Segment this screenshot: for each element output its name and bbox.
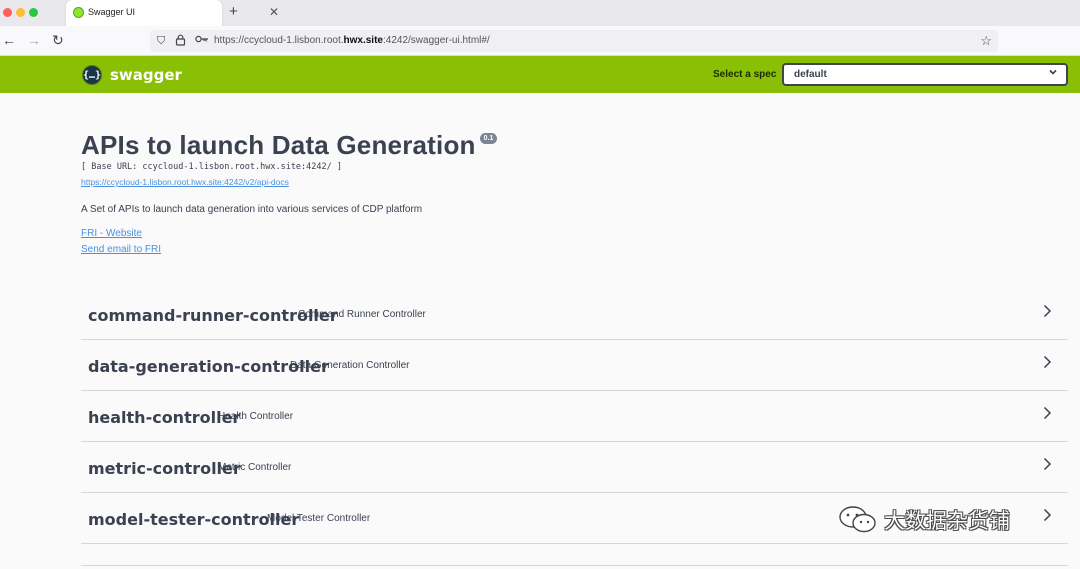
- spec-select-value: default: [794, 69, 827, 80]
- window-zoom-button[interactable]: [29, 8, 38, 17]
- chevron-right-icon[interactable]: [1042, 406, 1052, 425]
- api-title-row: APIs to launch Data Generation 0.1: [81, 130, 498, 161]
- swagger-logo[interactable]: {…} swagger: [82, 64, 182, 86]
- back-arrow-icon[interactable]: ←: [2, 32, 16, 48]
- shield-icon[interactable]: ⛉: [157, 34, 165, 48]
- swagger-logo-icon: {…}: [82, 65, 102, 85]
- tab-close-icon[interactable]: ✕: [269, 5, 279, 19]
- controller-health[interactable]: health-controller Health Controller: [81, 391, 1068, 442]
- new-tab-button[interactable]: +: [229, 3, 238, 21]
- chevron-down-icon: [1048, 67, 1058, 81]
- browser-tab-bar: Swagger UI ✕ +: [0, 0, 1080, 26]
- bookmark-star-icon[interactable]: ☆: [980, 33, 992, 49]
- api-docs-link[interactable]: https://ccycloud-1.lisbon.root.hwx.site:…: [81, 177, 289, 187]
- page-title: APIs to launch Data Generation: [81, 130, 476, 160]
- wechat-icon: [838, 505, 878, 535]
- lock-icon[interactable]: [175, 34, 186, 50]
- controller-description: Health Controller: [218, 411, 294, 422]
- chevron-right-icon[interactable]: [1042, 457, 1052, 476]
- website-link[interactable]: FRI - Website: [81, 228, 142, 239]
- select-spec-label: Select a spec: [713, 69, 777, 80]
- base-url: [ Base URL: ccycloud-1.lisbon.root.hwx.s…: [81, 162, 342, 172]
- key-icon[interactable]: [195, 34, 209, 48]
- version-badge: 0.1: [479, 133, 498, 144]
- browser-nav-bar: ← → ↻ ⛉ https://ccycloud-1.lisbon.root.h…: [0, 26, 1080, 56]
- swagger-logo-text: swagger: [110, 66, 182, 84]
- browser-tab-swagger[interactable]: Swagger UI ✕: [66, 0, 279, 26]
- watermark-text: 大数据杂货铺: [884, 509, 1010, 533]
- url-text[interactable]: https://ccycloud-1.lisbon.root.hwx.site:…: [214, 35, 490, 46]
- forward-arrow-icon[interactable]: →: [27, 32, 41, 48]
- controller-command-runner[interactable]: command-runner-controller Command Runner…: [81, 289, 1068, 340]
- spec-select[interactable]: default: [782, 63, 1068, 86]
- controller-description: Command Runner Controller: [298, 309, 426, 320]
- controller-description: Model Tester Controller: [267, 513, 371, 524]
- window-minimize-button[interactable]: [16, 8, 25, 17]
- api-description: A Set of APIs to launch data generation …: [81, 204, 423, 215]
- swagger-topbar: {…} swagger Select a spec default: [0, 56, 1080, 93]
- swagger-favicon-icon: [73, 7, 84, 18]
- chevron-right-icon[interactable]: [1042, 355, 1052, 374]
- controller-data-generation[interactable]: data-generation-controller Data Generati…: [81, 340, 1068, 391]
- controller-description: Metric Controller: [218, 462, 292, 473]
- tab-title: Swagger UI: [88, 7, 136, 17]
- controller-description: Data Generation Controller: [290, 360, 410, 371]
- email-link[interactable]: Send email to FRI: [81, 244, 161, 255]
- window-close-button[interactable]: [3, 8, 12, 17]
- controller-metric[interactable]: metric-controller Metric Controller: [81, 442, 1068, 493]
- watermark: 大数据杂货铺: [838, 505, 1010, 535]
- divider: [81, 565, 1068, 566]
- reload-icon[interactable]: ↻: [52, 32, 64, 48]
- chevron-right-icon[interactable]: [1042, 304, 1052, 323]
- address-bar[interactable]: ⛉ https://ccycloud-1.lisbon.root.hwx.sit…: [150, 30, 998, 52]
- chevron-right-icon[interactable]: [1042, 508, 1052, 527]
